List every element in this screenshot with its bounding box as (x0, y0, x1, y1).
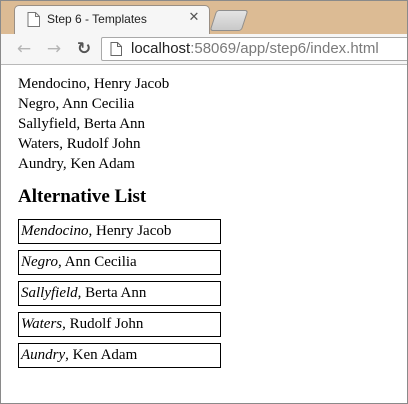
list-item: Aundry, Ken Adam (18, 156, 135, 172)
first-name: Henry Jacob (95, 223, 172, 239)
alt-list-item: Mendocino, Henry Jacob (18, 219, 221, 244)
alt-list-item: Aundry, Ken Adam (18, 343, 221, 368)
alternative-list: Mendocino, Henry Jacob Negro, Ann Cecili… (18, 219, 398, 368)
list-item: Sallyfield, Berta Ann (18, 116, 146, 132)
tab-step6-templates[interactable]: Step 6 - Templates ✕ (14, 5, 210, 34)
simple-list: Mendocino, Henry Jacob Negro, Ann Cecili… (18, 74, 398, 174)
url-path: :58069/app/step6/index.html (190, 40, 379, 57)
page-icon (110, 42, 122, 56)
alt-list-item: Waters, Rudolf John (18, 312, 221, 337)
reload-icon[interactable]: ↻ (75, 40, 93, 58)
last-name: Waters (21, 316, 63, 332)
toolbar: ← → ↻ localhost:58069/app/step6/index.ht… (1, 34, 407, 65)
address-bar[interactable]: localhost:58069/app/step6/index.html (101, 37, 407, 61)
tab-title: Step 6 - Templates (47, 12, 147, 26)
url-host: localhost (131, 40, 191, 57)
last-name: Negro (21, 254, 58, 270)
first-name: Ann Cecilia (64, 254, 137, 270)
close-tab-icon[interactable]: ✕ (187, 11, 201, 25)
last-name: Aundry (21, 347, 66, 363)
alt-list-item: Sallyfield, Berta Ann (18, 281, 221, 306)
last-name: Mendocino (21, 223, 89, 239)
first-name: Ken Adam (72, 347, 138, 363)
url-text[interactable]: localhost:58069/app/step6/index.html (131, 40, 379, 57)
title-bar: Step 6 - Templates ✕ (1, 1, 407, 34)
alternative-list-heading: Alternative List (18, 186, 147, 207)
last-name: Sallyfield (21, 285, 78, 301)
forward-arrow-icon[interactable]: → (45, 40, 63, 58)
page-icon (27, 12, 40, 27)
first-name: Berta Ann (85, 285, 147, 301)
list-item: Negro, Ann Cecilia (18, 96, 135, 112)
first-name: Rudolf John (69, 316, 144, 332)
back-arrow-icon[interactable]: ← (15, 40, 33, 58)
list-item: Waters, Rudolf John (18, 136, 141, 152)
list-item: Mendocino, Henry Jacob (18, 76, 170, 92)
alt-list-item: Negro, Ann Cecilia (18, 250, 221, 275)
page-content: Mendocino, Henry Jacob Negro, Ann Cecili… (18, 74, 398, 374)
browser-window: Step 6 - Templates ✕ ← → ↻ localhost:580… (0, 0, 408, 404)
new-tab-button[interactable] (209, 10, 249, 31)
